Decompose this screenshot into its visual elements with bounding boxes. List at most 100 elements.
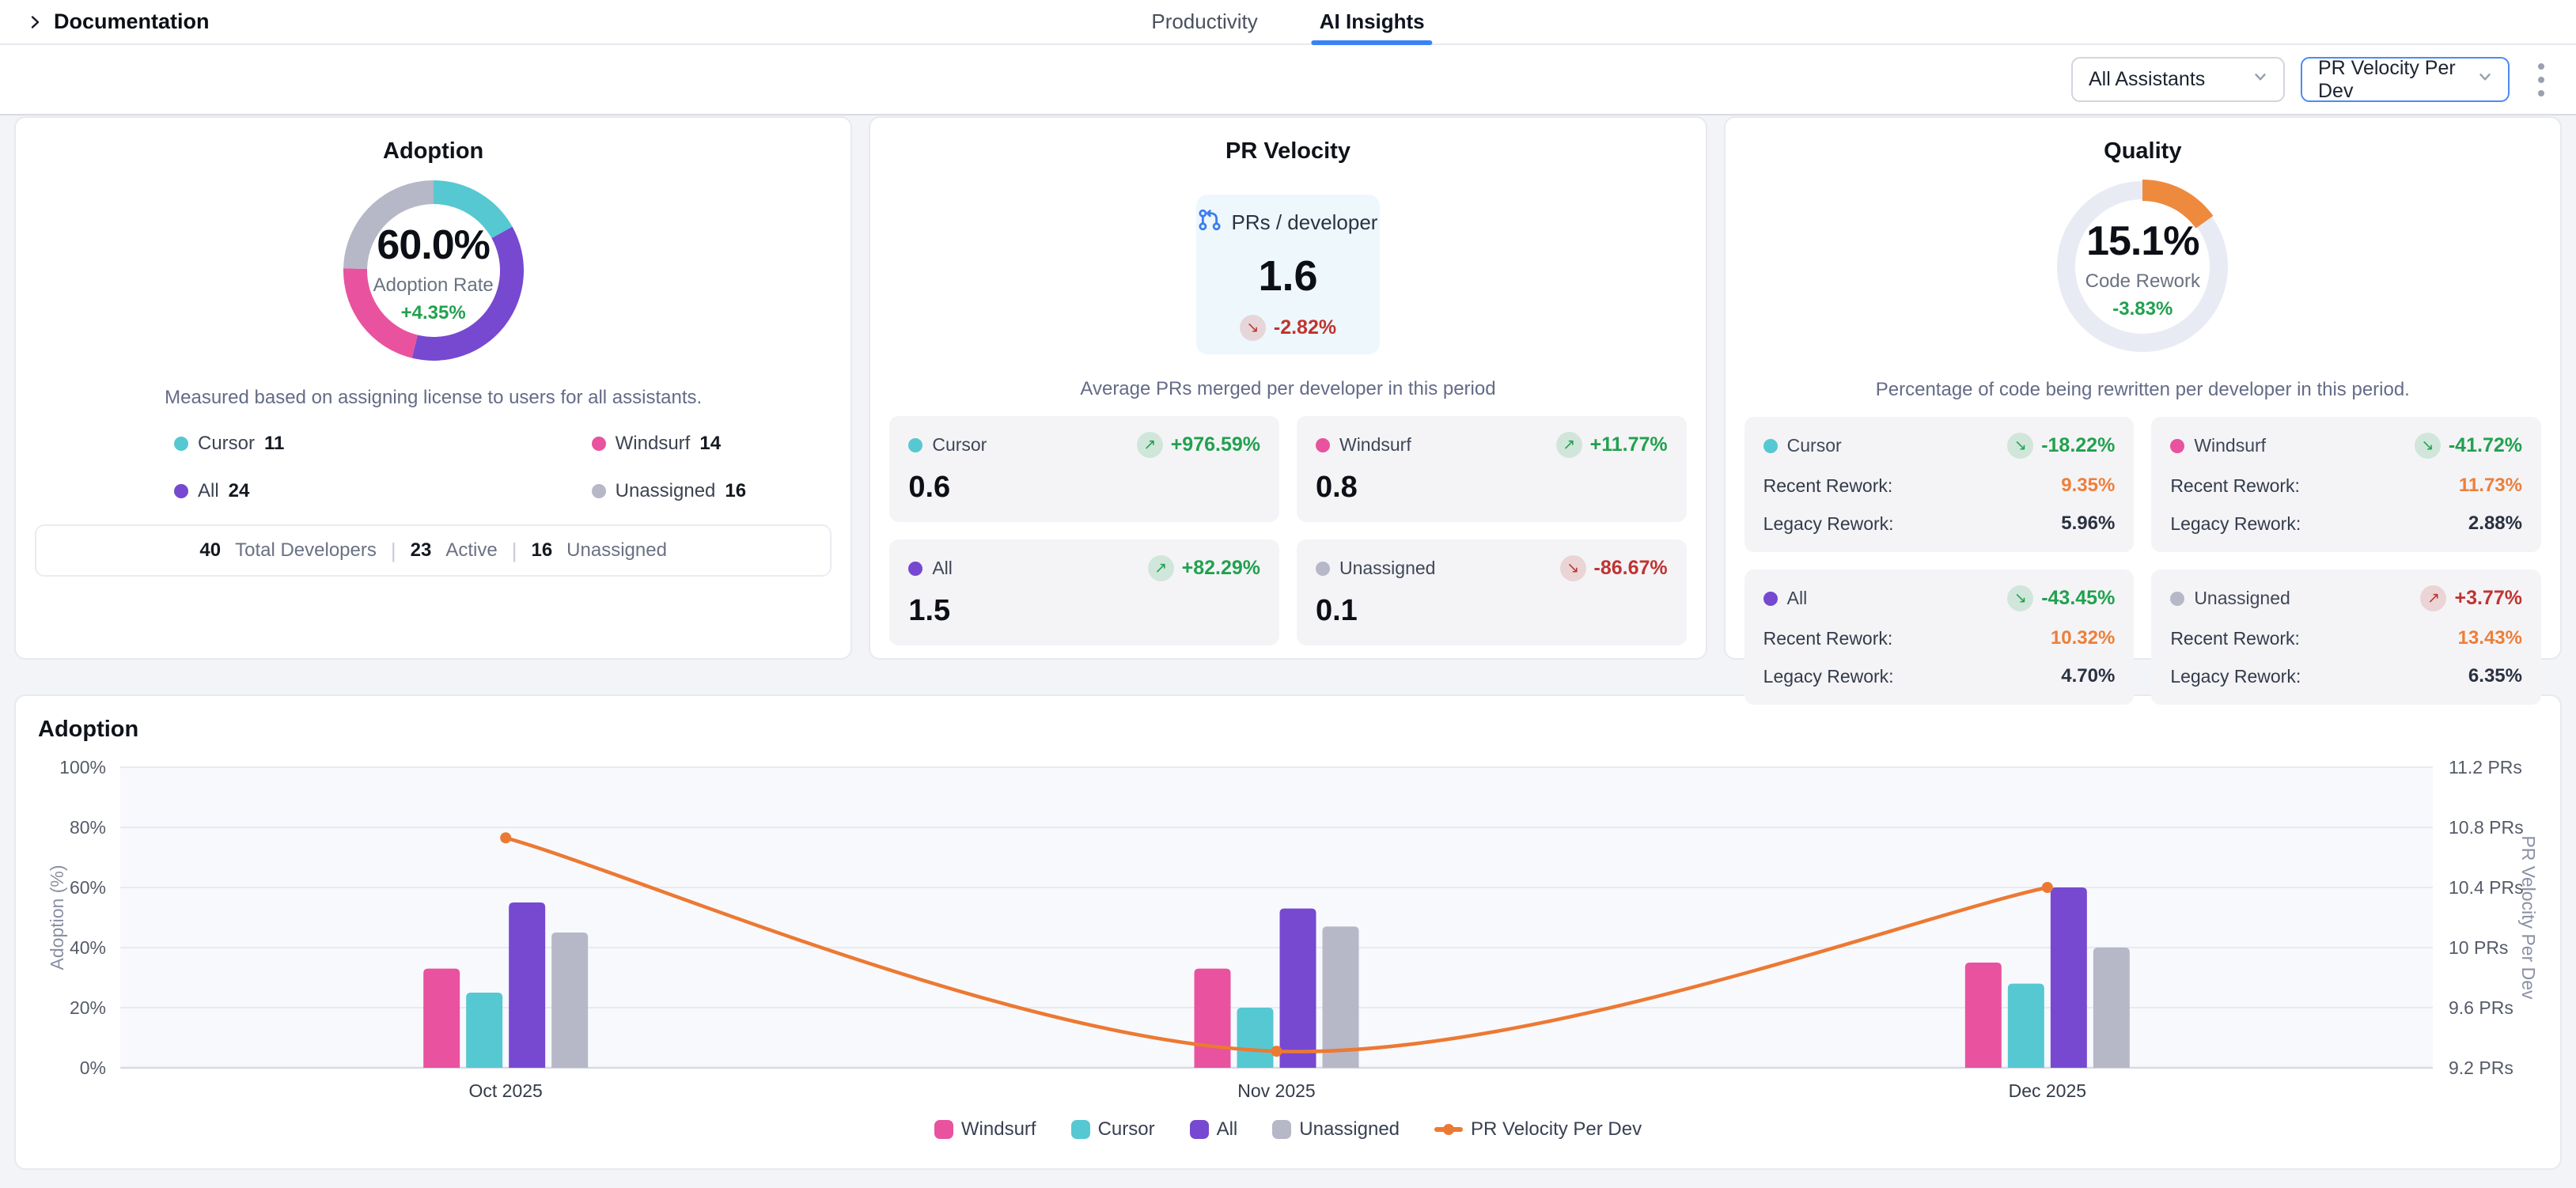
adoption-trend-card: Adoption 100%11.2 PRs80%10.8 PRs60%10.4 … [14,694,2562,1170]
svg-text:60%: 60% [70,877,106,898]
chart-legend: Windsurf Cursor All Unassigned PR Veloci… [16,1118,2560,1141]
tab-productivity[interactable]: Productivity [1146,0,1262,44]
legend-cursor[interactable]: Cursor [1071,1118,1155,1141]
bar-cursor-2 [2008,984,2044,1068]
prs-per-developer-kpi: PRs / developer 1.6 ↘ -2.82% [1196,195,1380,354]
legend-all[interactable]: All [1190,1118,1238,1141]
bar-all-0 [509,902,545,1068]
tab-bar: Productivity AI Insights [1146,0,1429,44]
bar-all-1 [1280,909,1316,1068]
legend-item: Cursor11 [174,433,284,455]
svg-text:10.8 PRs: 10.8 PRs [2449,817,2524,838]
legend-item: Windsurf14 [592,433,721,455]
svg-text:80%: 80% [70,817,106,838]
svg-text:Dec 2025: Dec 2025 [2009,1080,2086,1101]
windsurf-dot [1316,438,1330,452]
svg-text:20%: 20% [70,997,106,1018]
documentation-breadcrumb[interactable]: Documentation [27,9,210,34]
trend-down-icon: ↘ [1560,555,1586,581]
legend-windsurf[interactable]: Windsurf [934,1118,1036,1141]
code-rework-label: Code Rework [2085,271,2200,293]
cursor-quality-tile: Cursor ↘-18.22% Recent Rework:9.35% Lega… [1744,417,2135,552]
trend-up-icon: ↗ [1137,432,1163,458]
trend-up-icon: ↗ [1148,555,1174,581]
quality-tiles: Cursor ↘-18.22% Recent Rework:9.35% Lega… [1744,417,2541,705]
trend-up-icon: ↗ [1556,432,1582,458]
bar-windsurf-0 [423,969,460,1068]
code-rework-value: 15.1% [2086,218,2199,265]
bar-unassigned-2 [2093,948,2130,1068]
quality-donut-chart[interactable]: 15.1% Code Rework -3.83% [2051,176,2233,361]
unassigned-quality-tile: Unassigned ↗+3.77% Recent Rework:13.43% … [2151,569,2541,705]
git-pull-request-icon [1198,208,1222,237]
developer-stats-bar: 40Total Developers | 23Active | 16Unassi… [35,524,832,577]
all-dot [908,562,922,576]
svg-text:Adoption (%): Adoption (%) [47,865,67,970]
svg-text:40%: 40% [70,937,106,958]
svg-text:9.2 PRs: 9.2 PRs [2449,1057,2513,1078]
svg-text:0%: 0% [80,1057,106,1078]
quality-card: Quality 15.1% Code Rework -3.83% Percent… [1724,116,2562,660]
svg-text:9.6 PRs: 9.6 PRs [2449,997,2513,1018]
chevron-down-icon [2476,68,2494,91]
top-bar: Documentation Productivity AI Insights [0,0,2576,45]
trend-down-icon: ↘ [1240,315,1266,341]
windsurf-dot [2170,439,2184,453]
all-velocity-tile: All ↗+82.29% 1.5 [889,539,1279,645]
adoption-trend-chart[interactable]: 100%11.2 PRs80%10.8 PRs60%10.4 PRs40%10 … [30,749,2546,1109]
pr-velocity-tiles: Cursor ↗+976.59% 0.6 Windsurf ↗+11.77% 0… [889,416,1686,645]
legend-pr-velocity-line[interactable]: PR Velocity Per Dev [1434,1118,1642,1141]
adoption-donut-chart[interactable]: 60.0% Adoption Rate +4.35% [339,176,528,369]
adoption-rate-label: Adoption Rate [373,274,494,297]
quality-caption: Percentage of code being rewritten per d… [1726,379,2560,401]
cursor-dot [1763,439,1778,453]
windsurf-dot [592,437,606,451]
windsurf-quality-tile: Windsurf ↘-41.72% Recent Rework:11.73% L… [2151,417,2541,552]
all-quality-tile: All ↘-43.45% Recent Rework:10.32% Legacy… [1744,569,2135,705]
windsurf-velocity-tile: Windsurf ↗+11.77% 0.8 [1297,416,1687,522]
cursor-velocity-tile: Cursor ↗+976.59% 0.6 [889,416,1279,522]
svg-text:100%: 100% [59,757,106,777]
trend-up-icon: ↗ [2420,585,2446,611]
metric-filter-select[interactable]: PR Velocity Per Dev [2301,57,2510,102]
legend-unassigned[interactable]: Unassigned [1272,1118,1400,1141]
unassigned-dot [2170,592,2184,606]
svg-text:Oct 2025: Oct 2025 [468,1080,542,1101]
bar-windsurf-1 [1195,969,1231,1068]
pr-velocity-caption: Average PRs merged per developer in this… [870,378,1705,400]
adoption-rate-trend: +4.35% [401,302,466,324]
bar-all-2 [2051,887,2087,1068]
code-rework-trend: -3.83% [2112,298,2173,320]
all-dot [1763,592,1778,606]
unassigned-dot [592,484,606,498]
legend-item: All24 [174,480,249,502]
filters-toolbar: All Assistants PR Velocity Per Dev [0,45,2576,115]
more-options-button[interactable] [2525,57,2557,102]
page-title: Documentation [54,9,210,34]
trend-down-icon: ↘ [2415,433,2441,459]
assistant-filter-select[interactable]: All Assistants [2071,57,2285,102]
svg-text:10 PRs: 10 PRs [2449,937,2508,958]
svg-text:PR Velocity Per Dev: PR Velocity Per Dev [2518,835,2539,1000]
line-point-0 [500,832,511,843]
svg-text:11.2 PRs: 11.2 PRs [2449,757,2522,777]
pr-velocity-card: PR Velocity PRs / developer [869,116,1707,660]
pr-velocity-card-title: PR Velocity [870,118,1705,165]
adoption-card-title: Adoption [16,118,850,165]
dashboard-content: Adoption 60.0% Adoption Rate +4.35% Meas… [0,115,2576,1188]
kpi-trend: ↘ -2.82% [1240,315,1336,341]
active-tab-indicator [1312,40,1433,45]
bar-unassigned-1 [1323,926,1359,1068]
legend-item: Unassigned16 [592,480,746,502]
ai-insights-dashboard: Documentation Productivity AI Insights A… [0,0,2576,1188]
bar-cursor-0 [466,993,502,1068]
kpi-label: PRs / developer [1231,210,1377,235]
tab-ai-insights[interactable]: AI Insights [1315,0,1430,44]
adoption-legend: Cursor11 Windsurf14 All24 Unassigned16 [16,433,850,502]
bar-unassigned-0 [551,933,588,1068]
line-point-1 [1271,1046,1282,1057]
trend-down-icon: ↘ [2007,433,2033,459]
unassigned-dot [1316,562,1330,576]
line-marker-icon [1434,1127,1463,1132]
chevron-right-icon [27,14,43,30]
